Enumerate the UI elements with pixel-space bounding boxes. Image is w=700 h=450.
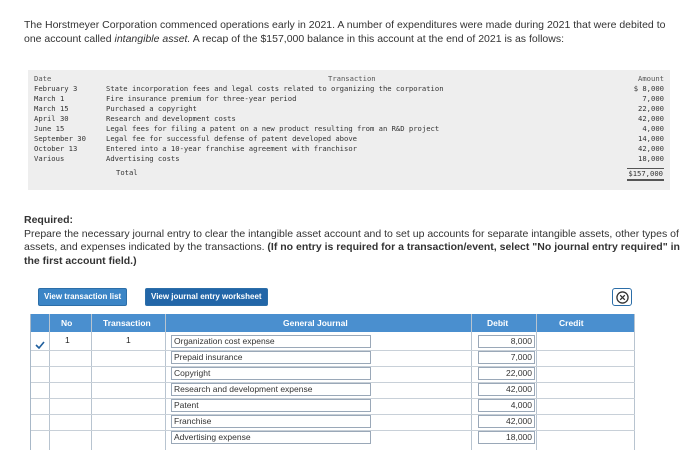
recap-date: March 1 <box>34 94 65 103</box>
account-field[interactable] <box>171 415 371 428</box>
recap-amount: 42,000 <box>638 144 664 153</box>
debit-field[interactable] <box>478 383 535 396</box>
recap-total-label: Total <box>116 168 138 177</box>
view-transaction-list-button[interactable]: View transaction list <box>38 288 128 306</box>
recap-row: Various Advertising costs 18,000 <box>28 154 670 164</box>
recap-desc: Legal fee for successful defense of pate… <box>106 134 357 143</box>
recap-table: Date Transaction Amount February 3 State… <box>28 70 670 190</box>
account-field[interactable] <box>171 351 371 364</box>
recap-date: February 3 <box>34 84 78 93</box>
recap-header-transaction: Transaction <box>328 74 376 83</box>
credit-field[interactable] <box>538 383 626 396</box>
recap-desc: Purchased a copyright <box>106 104 197 113</box>
credit-field[interactable] <box>538 351 626 364</box>
recap-desc: Advertising costs <box>106 154 180 163</box>
intro-tail: A recap of the $157,000 balance in this … <box>192 33 564 45</box>
account-field[interactable] <box>171 383 371 396</box>
recap-amount: 18,000 <box>638 154 664 163</box>
required-instructions: Required: Prepare the necessary journal … <box>24 214 686 268</box>
recap-total-row: Total $157,000 <box>28 168 670 181</box>
debit-field[interactable] <box>478 351 535 364</box>
account-field[interactable] <box>171 399 371 412</box>
transaction-number: 1 <box>126 335 131 345</box>
required-title: Required: <box>24 214 74 226</box>
account-field[interactable] <box>171 431 371 444</box>
header-debit: Debit <box>487 318 509 328</box>
header-no: No <box>61 318 73 328</box>
checkmark-icon <box>35 336 45 354</box>
recap-desc: Legal fees for filing a patent on a new … <box>106 124 440 133</box>
recap-date: October 13 <box>34 144 78 153</box>
grid-header: No Transaction General Journal Debit Cre… <box>31 314 635 332</box>
recap-row: June 15 Legal fees for filing a patent o… <box>28 124 670 134</box>
view-journal-entry-worksheet-button[interactable]: View journal entry worksheet <box>145 288 268 306</box>
debit-field[interactable] <box>478 399 535 412</box>
recap-amount: $ 8,000 <box>633 84 664 93</box>
recap-desc: Research and development costs <box>106 114 236 123</box>
recap-amount: 14,000 <box>638 134 664 143</box>
account-field[interactable] <box>171 367 371 380</box>
debit-field[interactable] <box>478 431 535 444</box>
header-credit: Credit <box>559 318 584 328</box>
credit-field[interactable] <box>538 399 626 412</box>
journal-entry-grid: No Transaction General Journal Debit Cre… <box>30 314 635 450</box>
debit-field[interactable] <box>478 335 535 348</box>
debit-field[interactable] <box>478 367 535 380</box>
close-circle-icon <box>615 290 629 304</box>
problem-intro: The Horstmeyer Corporation commenced ope… <box>24 18 684 46</box>
recap-header-date: Date <box>34 74 52 83</box>
account-field[interactable] <box>171 335 371 348</box>
credit-field[interactable] <box>538 367 626 380</box>
recap-desc: Entered into a 10-year franchise agreeme… <box>106 144 357 153</box>
credit-field[interactable] <box>538 335 626 348</box>
recap-amount: 4,000 <box>642 124 664 133</box>
recap-desc: State incorporation fees and legal costs… <box>106 84 444 93</box>
entry-number: 1 <box>65 335 70 345</box>
recap-date: April 30 <box>34 114 69 123</box>
recap-date: June 15 <box>34 124 65 133</box>
recap-total-amount: $157,000 <box>627 168 664 181</box>
header-general-journal: General Journal <box>283 318 348 328</box>
header-transaction: Transaction <box>103 318 151 328</box>
intro-account-name: intangible asset. <box>114 33 191 45</box>
recap-date: September 30 <box>34 134 86 143</box>
recap-amount: 42,000 <box>638 114 664 123</box>
debit-field[interactable] <box>478 415 535 428</box>
recap-row: March 1 Fire insurance premium for three… <box>28 94 670 104</box>
recap-desc: Fire insurance premium for three-year pe… <box>106 94 297 103</box>
recap-row: October 13 Entered into a 10-year franch… <box>28 144 670 154</box>
recap-amount: 7,000 <box>642 94 664 103</box>
credit-field[interactable] <box>538 431 626 444</box>
recap-row: February 3 State incorporation fees and … <box>28 84 670 94</box>
recap-date: Various <box>34 154 65 163</box>
recap-amount: 22,000 <box>638 104 664 113</box>
credit-field[interactable] <box>538 415 626 428</box>
recap-row: September 30 Legal fee for successful de… <box>28 134 670 144</box>
recap-header-amount: Amount <box>638 74 664 83</box>
recap-row: March 15 Purchased a copyright 22,000 <box>28 104 670 114</box>
recap-date: March 15 <box>34 104 69 113</box>
recap-row: April 30 Research and development costs … <box>28 114 670 124</box>
close-button[interactable] <box>612 288 632 306</box>
